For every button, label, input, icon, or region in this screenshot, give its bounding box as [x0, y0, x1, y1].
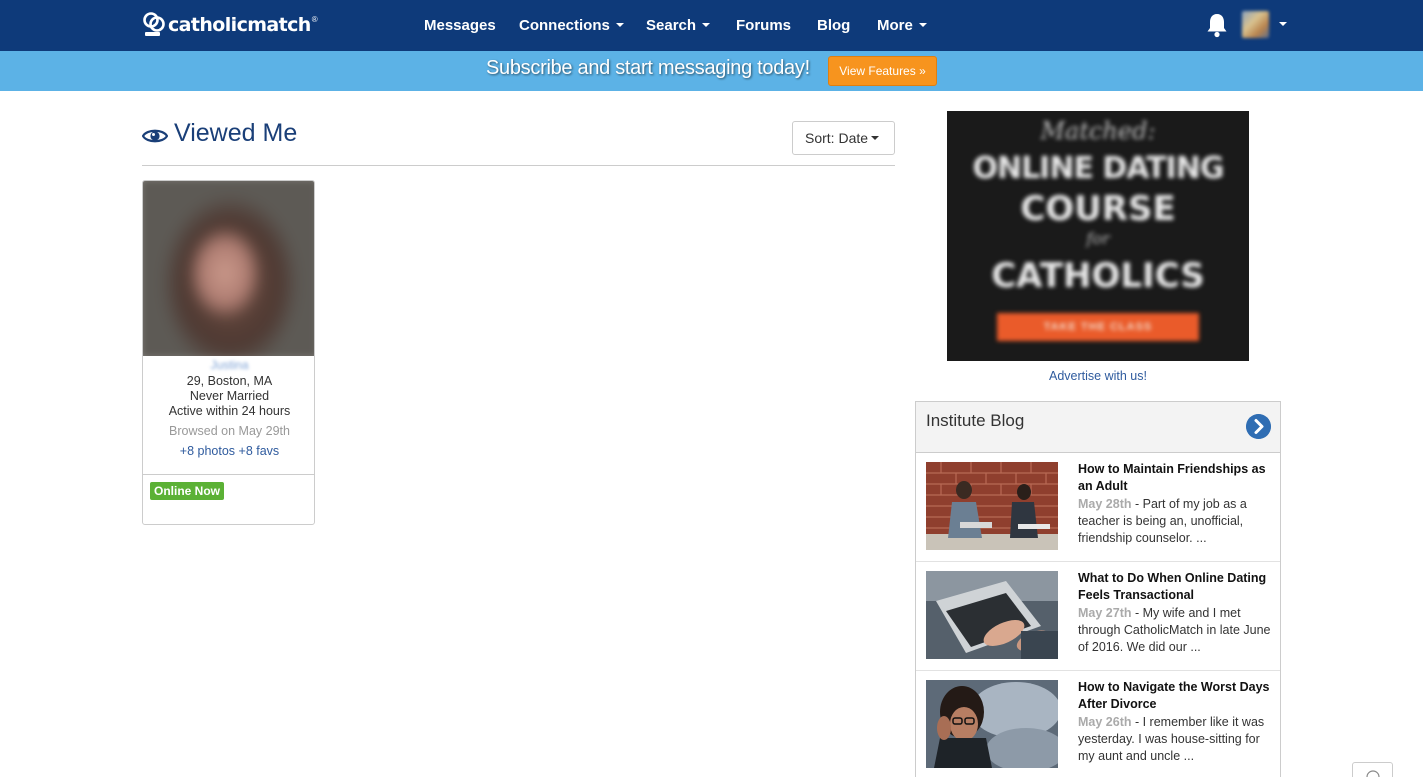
nav-search[interactable]: Search — [646, 0, 711, 51]
profile-photo-image — [143, 181, 314, 356]
nav-messages[interactable]: Messages — [424, 0, 496, 51]
nav-connections-label: Connections — [519, 17, 610, 34]
eye-icon — [142, 129, 168, 142]
caret-down-icon — [918, 23, 927, 28]
nav-blog[interactable]: Blog — [817, 0, 850, 51]
chat-widget-button[interactable] — [1352, 762, 1393, 777]
blog-post-excerpt: May 28th - Part of my job as a teacher i… — [1078, 496, 1273, 547]
blog-post-thumbnail — [926, 571, 1058, 659]
caret-down-icon — [702, 23, 711, 28]
nav-messages-label: Messages — [424, 17, 496, 34]
nav-forums[interactable]: Forums — [736, 0, 791, 51]
catholicmatch-logo[interactable]: catholicmatch ® — [142, 11, 318, 39]
blog-post-excerpt: May 27th - My wife and I met through Cat… — [1078, 605, 1273, 656]
blog-post[interactable]: How to Maintain Friendships as an Adult … — [916, 453, 1280, 562]
caret-down-icon — [1279, 22, 1287, 26]
caret-down-icon — [615, 23, 624, 28]
ad-banner[interactable]: Matched: ONLINE DATING COURSE for CATHOL… — [947, 111, 1249, 361]
blog-post-title[interactable]: What to Do When Online Dating Feels Tran… — [1078, 570, 1273, 604]
nav-blog-label: Blog — [817, 17, 851, 34]
chat-icon — [1366, 770, 1380, 777]
blog-post-title[interactable]: How to Navigate the Worst Days After Div… — [1078, 679, 1273, 713]
blog-post-thumbnail — [926, 680, 1058, 768]
subscribe-text: Subscribe and start messaging today! — [486, 57, 810, 79]
profile-card[interactable]: Justina 29, Boston, MA Never Married Act… — [142, 180, 315, 525]
blog-post[interactable]: What to Do When Online Dating Feels Tran… — [916, 562, 1280, 671]
title-divider — [142, 165, 895, 166]
top-navbar: catholicmatch ® Messages Connections Sear… — [0, 0, 1423, 51]
blog-post-date: May 28th — [1078, 497, 1132, 511]
blog-post[interactable]: How to Navigate the Worst Days After Div… — [916, 671, 1280, 777]
ad-image: Matched: ONLINE DATING COURSE for CATHOL… — [947, 111, 1249, 361]
logo-text: catholicmatch — [168, 14, 311, 36]
ad-script-line: Matched: — [1040, 117, 1156, 145]
ad-line-4: CATHOLICS — [991, 256, 1205, 296]
profile-activity: Active within 24 hours — [168, 404, 291, 418]
institute-blog-panel: Institute Blog How to Maintain Friendshi… — [915, 401, 1281, 777]
nav-more[interactable]: More — [877, 0, 927, 51]
avatar — [1242, 11, 1269, 38]
blog-post-date: May 26th — [1078, 715, 1132, 729]
sort-label: Sort: Date — [805, 130, 869, 146]
profile-marital-status: Never Married — [189, 389, 270, 403]
advertise-link[interactable]: Advertise with us! — [947, 369, 1249, 383]
nav-more-label: More — [877, 17, 913, 34]
nav-connections[interactable]: Connections — [519, 0, 624, 51]
nav-search-label: Search — [646, 17, 697, 34]
ad-line-2: COURSE — [1020, 189, 1176, 229]
blog-post-thumbnail — [926, 462, 1058, 550]
ad-cta: TAKE THE CLASS — [997, 313, 1199, 341]
account-menu[interactable] — [1242, 11, 1287, 39]
view-features-button[interactable]: View Features » — [828, 56, 937, 86]
notifications-bell-icon[interactable] — [1205, 12, 1229, 38]
blog-title: Institute Blog — [926, 411, 1025, 430]
profile-photos-favs-link[interactable]: +8 photos +8 favs — [143, 444, 314, 458]
caret-down-icon — [871, 136, 880, 141]
blog-post-date: May 27th — [1078, 606, 1132, 620]
profile-browsed-date: Browsed on May 29th — [169, 424, 290, 438]
blog-post-excerpt: May 26th - I remember like it was yester… — [1078, 714, 1273, 765]
profile-age-location: 29, Boston, MA — [186, 374, 273, 388]
logo-registered: ® — [311, 14, 318, 24]
logo-icon — [143, 12, 165, 36]
subscribe-banner: Subscribe and start messaging today! Vie… — [0, 51, 1423, 91]
page-title-text: Viewed Me — [174, 119, 298, 147]
profile-photo[interactable] — [143, 181, 314, 356]
profile-name[interactable]: Justina — [143, 358, 314, 372]
ad-line-3: for — [1086, 229, 1110, 248]
blog-header: Institute Blog — [916, 402, 1280, 453]
sort-dropdown[interactable]: Sort: Date — [792, 121, 895, 155]
chevron-right-circle-icon[interactable] — [1246, 414, 1271, 439]
card-divider — [143, 474, 314, 475]
online-now-badge: Online Now — [150, 482, 224, 500]
blog-post-title[interactable]: How to Maintain Friendships as an Adult — [1078, 461, 1273, 495]
ad-line-1: ONLINE DATING — [972, 151, 1224, 186]
page-title: Viewed Me — [142, 119, 297, 148]
nav-forums-label: Forums — [736, 17, 792, 34]
